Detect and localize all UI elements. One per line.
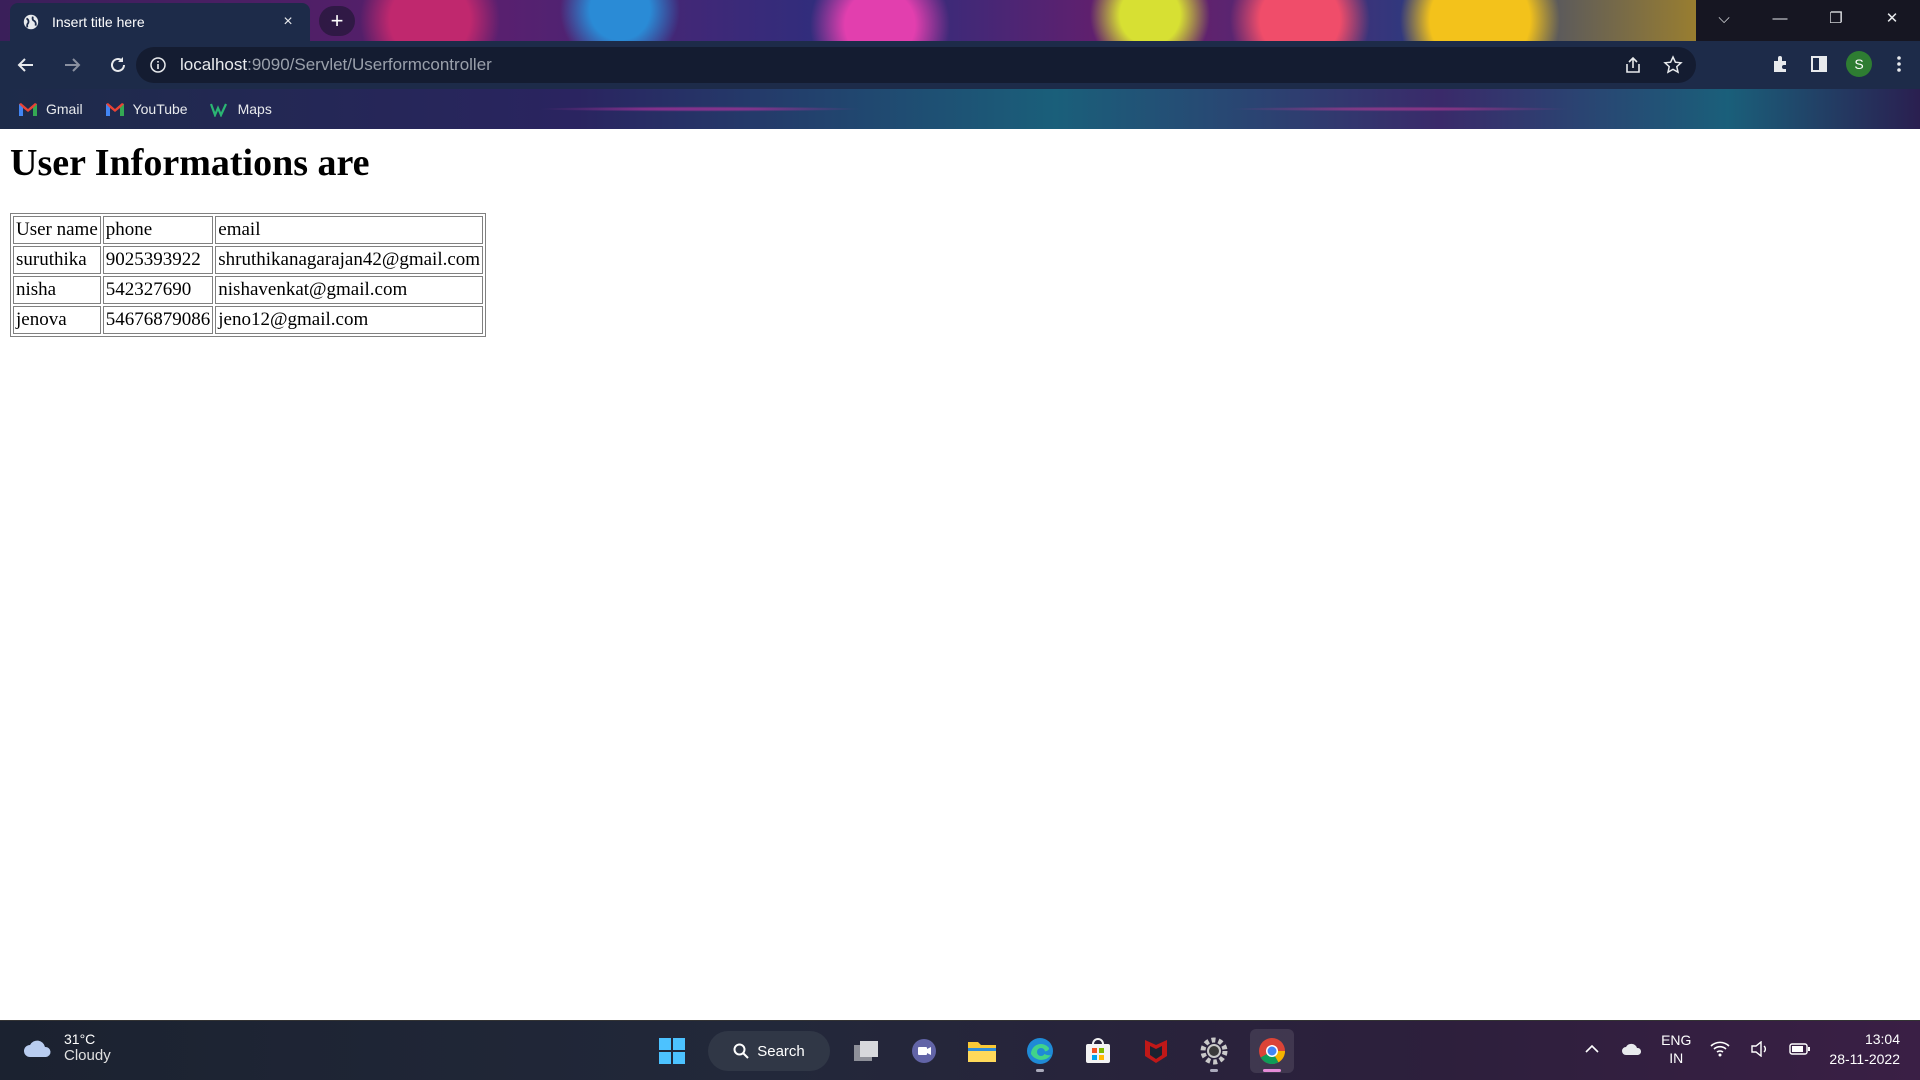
start-button[interactable] (650, 1029, 694, 1073)
running-indicator (1263, 1069, 1281, 1072)
site-info-icon[interactable] (148, 55, 168, 75)
browser-toolbar: localhost:9090/Servlet/Userformcontrolle… (0, 41, 1920, 89)
edge-browser-icon[interactable] (1018, 1029, 1062, 1073)
clock-time: 13:04 (1864, 1031, 1900, 1047)
side-panel-icon[interactable] (1808, 53, 1830, 75)
browser-tab[interactable]: Insert title here × (10, 3, 310, 41)
taskbar-apps: Search (650, 1029, 1294, 1073)
globe-icon (23, 14, 39, 30)
table-cell: jenova (13, 306, 101, 334)
bookmark-label: Gmail (46, 101, 83, 117)
url-text: localhost:9090/Servlet/Userformcontrolle… (180, 55, 492, 75)
cloud-icon (24, 1040, 51, 1057)
minimize-icon[interactable]: — (1752, 0, 1808, 41)
table-row: jenova 54676879086 jeno12@gmail.com (13, 306, 484, 334)
bookmark-gmail[interactable]: Gmail (18, 101, 83, 117)
address-bar[interactable]: localhost:9090/Servlet/Userformcontrolle… (136, 47, 1696, 83)
windows-icon (659, 1038, 685, 1064)
bookmarks-bar: Gmail YouTube Maps (0, 89, 1920, 129)
maps-icon (209, 103, 227, 117)
tab-search-icon[interactable]: ⌵ (1696, 0, 1752, 41)
window-close-icon[interactable]: ✕ (1864, 0, 1920, 41)
bookmark-maps[interactable]: Maps (209, 101, 272, 117)
table-row: suruthika 9025393922 shruthikanagarajan4… (13, 246, 484, 274)
share-icon[interactable] (1622, 54, 1644, 76)
task-view-icon[interactable] (844, 1029, 888, 1073)
weather-desc: Cloudy (64, 1047, 111, 1064)
lang-bottom: IN (1669, 1050, 1684, 1066)
table-cell: 9025393922 (102, 246, 214, 274)
bookmark-label: YouTube (132, 101, 188, 117)
wifi-icon[interactable] (1709, 1038, 1731, 1060)
running-indicator (1036, 1069, 1044, 1072)
search-icon (733, 1043, 749, 1059)
url-host: localhost (180, 55, 248, 74)
file-explorer-icon[interactable] (960, 1029, 1004, 1073)
table-cell: suruthika (13, 246, 101, 274)
table-cell: nishavenkat@gmail.com (215, 276, 484, 304)
battery-icon[interactable] (1789, 1038, 1811, 1060)
profile-avatar[interactable]: S (1846, 51, 1872, 77)
table-header-row: User name phone email (13, 216, 484, 244)
settings-gear-icon[interactable] (1192, 1029, 1236, 1073)
extensions-icon[interactable] (1770, 53, 1792, 75)
search-label: Search (757, 1042, 805, 1060)
taskbar: 31°C Cloudy Search ENG IN 13:04 28-11-20… (0, 1020, 1920, 1080)
table-cell: nisha (13, 276, 101, 304)
bookmark-youtube[interactable]: YouTube (105, 101, 188, 117)
weather-widget[interactable]: 31°C Cloudy (22, 1031, 111, 1064)
gmail-icon (19, 103, 37, 116)
chevron-up-icon[interactable] (1581, 1038, 1603, 1060)
user-table: User name phone email suruthika 90253939… (10, 213, 487, 337)
window-controls: ⌵ — ❐ ✕ (1696, 0, 1920, 41)
url-path: :9090/Servlet/Userformcontroller (247, 55, 492, 74)
back-icon[interactable] (6, 45, 46, 85)
running-indicator (1210, 1069, 1218, 1072)
reload-icon[interactable] (98, 45, 138, 85)
tab-strip: Insert title here × + ⌵ — ❐ ✕ (0, 0, 1920, 41)
clock-date: 28-11-2022 (1829, 1051, 1900, 1067)
input-language-indicator[interactable]: ENG IN (1661, 1031, 1691, 1067)
page-content: User Informations are User name phone em… (0, 129, 1920, 1020)
taskbar-clock[interactable]: 13:04 28-11-2022 (1829, 1029, 1900, 1069)
header-cell-email: email (215, 216, 484, 244)
gmail-icon (105, 103, 124, 116)
bookmark-label: Maps (237, 101, 272, 117)
menu-kebab-icon[interactable] (1888, 53, 1910, 75)
tab-title: Insert title here (52, 14, 145, 30)
table-cell: jeno12@gmail.com (215, 306, 484, 334)
taskbar-search-button[interactable]: Search (708, 1031, 830, 1071)
teams-chat-icon[interactable] (902, 1029, 946, 1073)
chrome-browser-icon[interactable] (1250, 1029, 1294, 1073)
header-cell-phone: phone (102, 216, 214, 244)
tab-close-icon[interactable]: × (278, 13, 298, 31)
forward-icon[interactable] (52, 45, 92, 85)
volume-icon[interactable] (1749, 1038, 1771, 1060)
onedrive-cloud-icon[interactable] (1621, 1038, 1643, 1060)
table-cell: 542327690 (102, 276, 214, 304)
bookmark-star-icon[interactable] (1662, 54, 1684, 76)
microsoft-store-icon[interactable] (1076, 1029, 1120, 1073)
system-tray: ENG IN 13:04 28-11-2022 (1581, 1029, 1900, 1069)
header-cell-user-name: User name (13, 216, 101, 244)
restore-icon[interactable]: ❐ (1808, 0, 1864, 41)
mcafee-icon[interactable] (1134, 1029, 1178, 1073)
lang-top: ENG (1661, 1032, 1692, 1048)
table-cell: shruthikanagarajan42@gmail.com (215, 246, 484, 274)
new-tab-button[interactable]: + (319, 6, 355, 36)
weather-temp: 31°C (64, 1031, 96, 1047)
page-heading: User Informations are (10, 142, 370, 184)
table-cell: 54676879086 (102, 306, 214, 334)
table-row: nisha 542327690 nishavenkat@gmail.com (13, 276, 484, 304)
